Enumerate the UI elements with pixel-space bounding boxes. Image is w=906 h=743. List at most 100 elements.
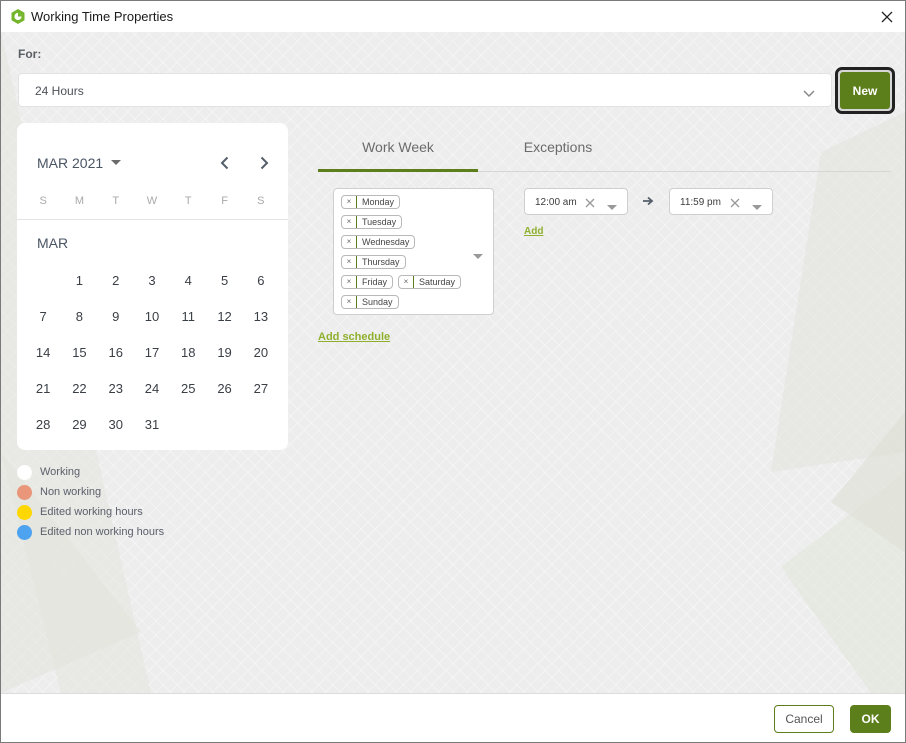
day-chip-label: Friday bbox=[362, 277, 388, 287]
legend-item: Working bbox=[17, 462, 164, 482]
calendar-day[interactable]: 6 bbox=[243, 263, 279, 299]
day-chip: × Tuesday bbox=[341, 215, 403, 229]
calendar-day-empty bbox=[206, 407, 242, 443]
legend-label: Working bbox=[40, 466, 81, 478]
clear-end-time-button[interactable] bbox=[730, 195, 740, 213]
legend-label: Edited working hours bbox=[40, 506, 143, 518]
previous-month-button[interactable] bbox=[215, 153, 233, 173]
legend-color-swatch bbox=[17, 484, 32, 500]
calendar-day[interactable]: 9 bbox=[98, 299, 134, 335]
day-chip: × Wednesday bbox=[341, 235, 416, 249]
calendar-day[interactable]: 3 bbox=[134, 263, 170, 299]
calendar-day[interactable]: 20 bbox=[243, 335, 279, 371]
calendar-day[interactable]: 1 bbox=[61, 263, 97, 299]
weekday-label: F bbox=[221, 195, 228, 207]
chevron-right-icon bbox=[260, 156, 268, 170]
start-time-select[interactable]: 12:00 am bbox=[524, 188, 628, 215]
calendar-day[interactable]: 23 bbox=[98, 371, 134, 407]
calendar-day[interactable]: 11 bbox=[170, 299, 206, 335]
weekday-label: T bbox=[112, 195, 120, 207]
add-schedule-link[interactable]: Add schedule bbox=[318, 331, 390, 343]
day-chip: × Monday bbox=[341, 195, 401, 209]
calendar-day[interactable]: 28 bbox=[25, 407, 61, 443]
new-button-label: New bbox=[840, 72, 890, 109]
calendar-day[interactable]: 21 bbox=[25, 371, 61, 407]
remove-day-icon[interactable]: × bbox=[342, 296, 357, 308]
add-time-range-link[interactable]: Add bbox=[524, 226, 543, 237]
working-time-properties-dialog: Working Time Properties For: 24 Hours Ne… bbox=[0, 0, 906, 743]
legend-item: Non working bbox=[17, 482, 164, 502]
calendar-day[interactable]: 2 bbox=[98, 263, 134, 299]
legend-color-swatch bbox=[17, 524, 32, 540]
calendar-day[interactable]: 30 bbox=[98, 407, 134, 443]
weekday-label: T bbox=[184, 195, 192, 207]
cancel-button[interactable]: Cancel bbox=[774, 705, 834, 733]
title-bar: Working Time Properties bbox=[1, 1, 905, 32]
day-grid: 1 2 3 4 5 6 7 8 9 10 11 12 13 14 15 16 17 18 19 20 21 22 23 24 2… bbox=[25, 263, 279, 443]
calendar-day[interactable]: 7 bbox=[25, 299, 61, 335]
close-button[interactable] bbox=[875, 5, 899, 29]
month-calendar: MAR 2021 S M T W T F S MAR 1 2 3 4 5 6 7 8 9 10 11… bbox=[17, 123, 288, 450]
calendar-day[interactable]: 15 bbox=[61, 335, 97, 371]
weekday-label: S bbox=[257, 195, 265, 207]
caret-down-icon bbox=[752, 198, 762, 216]
next-month-button[interactable] bbox=[255, 153, 273, 173]
dialog-footer: Cancel OK bbox=[1, 693, 905, 742]
remove-day-icon[interactable]: × bbox=[342, 236, 357, 248]
calendar-day[interactable]: 16 bbox=[98, 335, 134, 371]
chevron-down-icon bbox=[803, 85, 815, 103]
calendar-day[interactable]: 24 bbox=[134, 371, 170, 407]
calendar-day[interactable]: 4 bbox=[170, 263, 206, 299]
calendar-divider bbox=[17, 219, 288, 220]
day-chip: × Thursday bbox=[341, 255, 406, 269]
new-button[interactable]: New bbox=[835, 67, 895, 114]
remove-day-icon[interactable]: × bbox=[342, 276, 357, 288]
weekday-label: W bbox=[146, 195, 158, 207]
calendar-day[interactable]: 14 bbox=[25, 335, 61, 371]
calendar-day[interactable]: 31 bbox=[134, 407, 170, 443]
calendar-day[interactable]: 5 bbox=[206, 263, 242, 299]
remove-day-icon[interactable]: × bbox=[342, 216, 357, 228]
calendar-day[interactable]: 22 bbox=[61, 371, 97, 407]
calendar-day[interactable]: 25 bbox=[170, 371, 206, 407]
day-chip-label: Thursday bbox=[362, 257, 400, 267]
remove-day-icon[interactable]: × bbox=[342, 256, 357, 268]
calendar-day[interactable]: 27 bbox=[243, 371, 279, 407]
calendar-day[interactable]: 19 bbox=[206, 335, 242, 371]
calendar-day-empty bbox=[170, 407, 206, 443]
day-chip-label: Wednesday bbox=[362, 237, 410, 247]
legend-item: Edited non working hours bbox=[17, 522, 164, 542]
days-multiselect[interactable]: × Monday × Tuesday × Wednesday × Thursday × Frida… bbox=[333, 188, 494, 315]
legend-label: Edited non working hours bbox=[40, 526, 165, 538]
day-chip-label: Sunday bbox=[362, 297, 393, 307]
tab-exceptions[interactable]: Exceptions bbox=[478, 128, 638, 172]
remove-day-icon[interactable]: × bbox=[399, 276, 415, 288]
chevron-left-icon bbox=[220, 156, 228, 170]
clear-start-time-button[interactable] bbox=[585, 195, 595, 213]
remove-day-icon[interactable]: × bbox=[342, 196, 357, 208]
calendar-day[interactable]: 12 bbox=[206, 299, 242, 335]
legend-color-swatch bbox=[17, 464, 32, 480]
end-time-select[interactable]: 11:59 pm bbox=[669, 188, 773, 215]
caret-down-icon bbox=[607, 198, 617, 216]
window-title: Working Time Properties bbox=[31, 9, 174, 24]
calendar-day[interactable]: 8 bbox=[61, 299, 97, 335]
caret-down-icon bbox=[111, 160, 122, 165]
calendar-day[interactable]: 10 bbox=[134, 299, 170, 335]
close-icon bbox=[881, 11, 893, 23]
calendar-day-empty bbox=[243, 407, 279, 443]
calendar-day[interactable]: 17 bbox=[134, 335, 170, 371]
month-year-picker[interactable]: MAR 2021 bbox=[37, 155, 122, 171]
tab-work-week[interactable]: Work Week bbox=[318, 128, 478, 172]
calendar-day[interactable]: 18 bbox=[170, 335, 206, 371]
calendar-select-value: 24 Hours bbox=[35, 84, 84, 98]
calendar-day[interactable]: 26 bbox=[206, 371, 242, 407]
calendar-day[interactable]: 13 bbox=[243, 299, 279, 335]
calendar-day[interactable]: 29 bbox=[61, 407, 97, 443]
caret-down-icon bbox=[473, 247, 483, 265]
end-time-value: 11:59 pm bbox=[680, 197, 721, 208]
ok-button[interactable]: OK bbox=[850, 705, 891, 733]
month-label: MAR bbox=[37, 235, 69, 251]
tab-bar: Work Week Exceptions bbox=[318, 128, 891, 172]
calendar-select[interactable]: 24 Hours bbox=[18, 73, 832, 107]
